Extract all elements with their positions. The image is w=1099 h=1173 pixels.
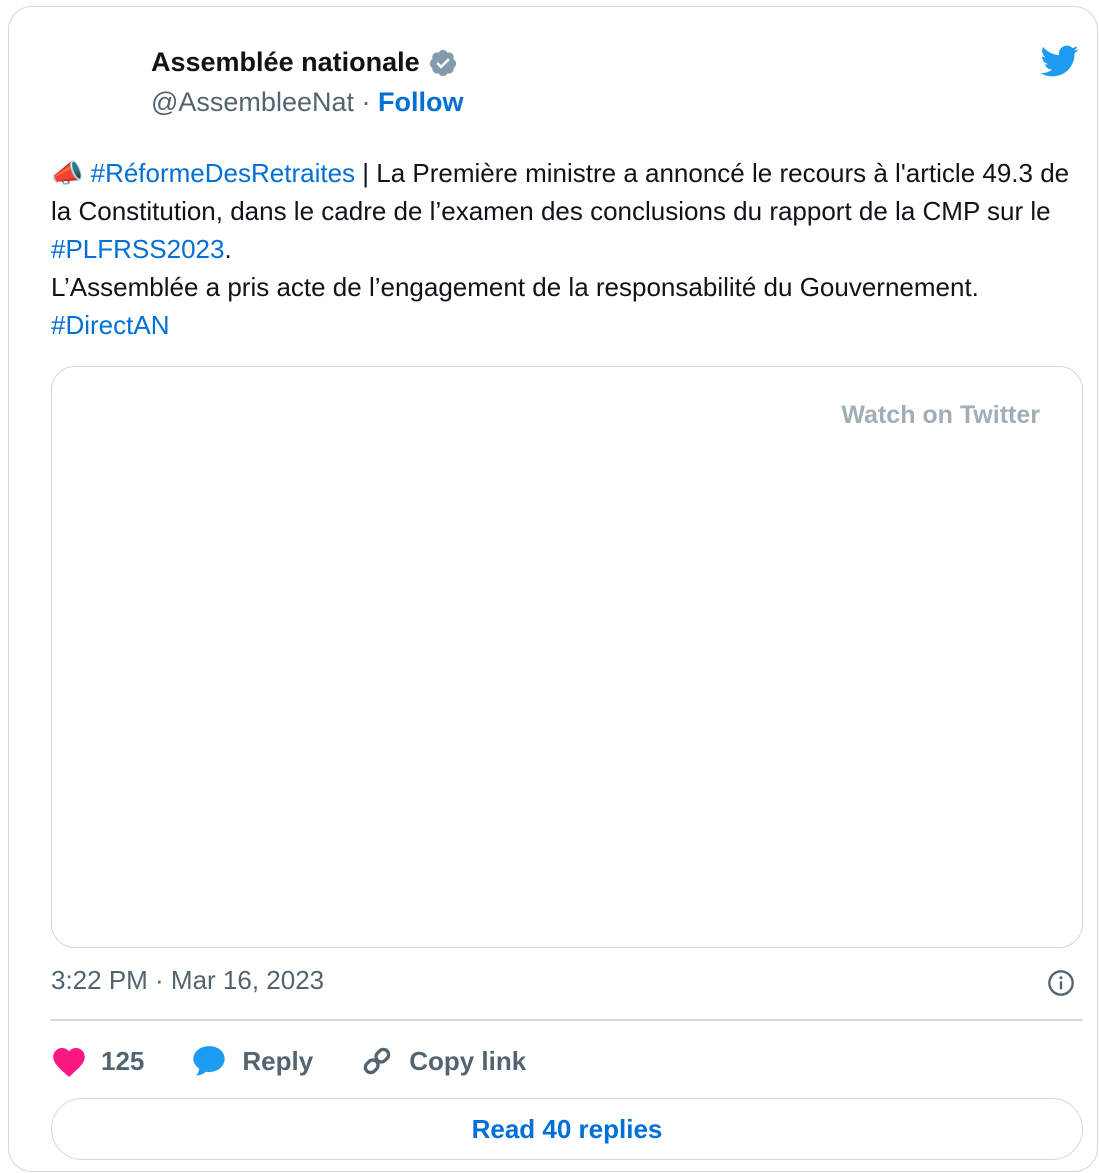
- hashtag-directan[interactable]: #DirectAN: [51, 310, 169, 340]
- copy-link-button[interactable]: Copy link: [359, 1043, 526, 1079]
- like-button[interactable]: 125: [51, 1044, 144, 1078]
- read-replies-button[interactable]: Read 40 replies: [51, 1098, 1083, 1160]
- verified-badge-icon: [429, 49, 456, 76]
- tweet-text-part3: L’Assemblée a pris acte de l’engagement …: [51, 272, 979, 302]
- watch-on-twitter-link[interactable]: Watch on Twitter: [841, 401, 1040, 430]
- info-icon[interactable]: [1047, 969, 1075, 997]
- handle-row: @AssembleeNat · Follow: [151, 87, 464, 118]
- author-handle[interactable]: @AssembleeNat: [151, 87, 354, 117]
- tweet-text-part2: .: [224, 234, 232, 264]
- heart-icon: [53, 1047, 85, 1077]
- action-bar: 125 Reply Copy link: [51, 1037, 572, 1085]
- link-icon: [363, 1047, 391, 1075]
- tweet-timestamp[interactable]: 3:22 PM · Mar 16, 2023: [51, 965, 324, 996]
- author-name-row: Assemblée nationale: [151, 47, 458, 78]
- video-embed[interactable]: Watch on Twitter: [51, 366, 1083, 948]
- tweet-text: 📣 #RéformeDesRetraites | La Première min…: [51, 154, 1091, 344]
- megaphone-icon: 📣: [51, 158, 84, 188]
- reply-button[interactable]: Reply: [190, 1043, 313, 1079]
- tweet-card: Assemblée nationale @AssembleeNat · Foll…: [8, 6, 1098, 1172]
- reply-bubble-icon: [193, 1046, 226, 1076]
- twitter-bird-icon[interactable]: [1036, 41, 1082, 81]
- hashtag-reforme[interactable]: #RéformeDesRetraites: [91, 158, 355, 188]
- follow-button[interactable]: Follow: [378, 87, 463, 117]
- reply-label: Reply: [242, 1045, 314, 1076]
- separator: ·: [361, 87, 371, 117]
- like-count: 125: [101, 1045, 145, 1076]
- avatar[interactable]: [49, 41, 141, 133]
- divider: [51, 1019, 1083, 1021]
- hashtag-plfrss[interactable]: #PLFRSS2023: [51, 234, 224, 264]
- copy-link-label: Copy link: [409, 1045, 527, 1076]
- author-name[interactable]: Assemblée nationale: [151, 47, 420, 78]
